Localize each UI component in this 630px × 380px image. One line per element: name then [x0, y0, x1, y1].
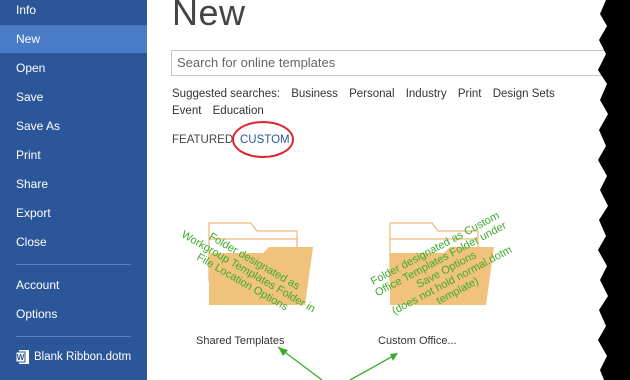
sidebar-divider	[16, 336, 131, 337]
svg-text:W: W	[17, 353, 25, 362]
sidebar-item-export[interactable]: Export	[0, 199, 147, 227]
sidebar-item-new[interactable]: New	[0, 25, 147, 53]
suggested-business[interactable]: Business	[291, 88, 338, 100]
annotation-arrows	[277, 346, 398, 380]
suggested-industry[interactable]: Industry	[406, 88, 447, 100]
suggested-label: Suggested searches:	[172, 88, 281, 100]
tab-featured[interactable]: FEATURED	[172, 134, 233, 146]
sidebar-item-share[interactable]: Share	[0, 170, 147, 198]
word-document-icon: W	[16, 350, 29, 364]
suggested-event[interactable]: Event	[172, 105, 201, 117]
suggested-personal[interactable]: Personal	[349, 88, 394, 100]
suggested-print[interactable]: Print	[458, 88, 482, 100]
sidebar-item-save[interactable]: Save	[0, 83, 147, 111]
highlight-circle	[232, 121, 294, 158]
sidebar-item-options[interactable]: Options	[0, 300, 147, 328]
suggested-searches: Suggested searches: Business Personal In…	[172, 86, 572, 120]
torn-edge	[598, 0, 630, 380]
sidebar-item-close[interactable]: Close	[0, 228, 147, 256]
recent-file-name: Blank Ribbon.dotm	[34, 351, 132, 363]
suggested-education[interactable]: Education	[213, 105, 264, 117]
sidebar-divider	[16, 264, 131, 265]
search-input[interactable]: Search for online templates	[171, 50, 630, 76]
sidebar-item-open[interactable]: Open	[0, 54, 147, 82]
sidebar-item-account[interactable]: Account	[0, 271, 147, 299]
sidebar-item-info[interactable]: Info	[0, 0, 147, 24]
recent-file[interactable]: W Blank Ribbon.dotm	[16, 347, 131, 367]
suggested-design-sets[interactable]: Design Sets	[493, 88, 555, 100]
sidebar-item-print[interactable]: Print	[0, 141, 147, 169]
page-title: New	[172, 0, 246, 33]
sidebar-item-save-as[interactable]: Save As	[0, 112, 147, 140]
backstage-sidebar: Info New Open Save Save As Print Share E…	[0, 0, 147, 380]
